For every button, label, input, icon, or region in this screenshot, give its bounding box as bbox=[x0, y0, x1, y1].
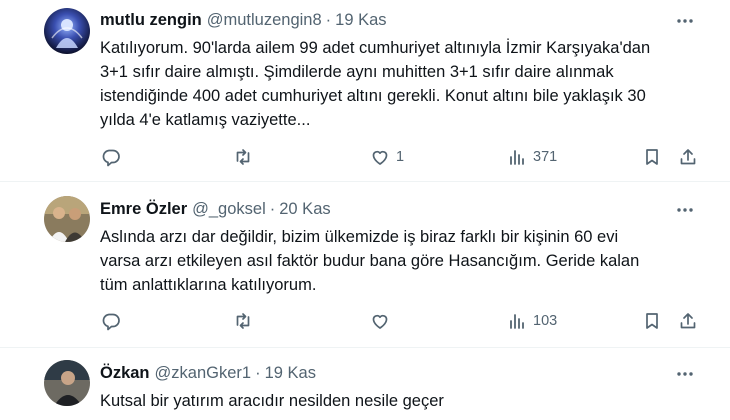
avatar[interactable] bbox=[44, 8, 90, 54]
timestamp[interactable]: 20 Kas bbox=[279, 200, 330, 219]
bookmark-button[interactable] bbox=[642, 309, 662, 333]
tweet-text: Aslında arzı dar değildir, bizim ülkemiz… bbox=[100, 228, 640, 294]
tweet[interactable]: Özkan @zkanGker1 · 19 Kas Kutsal bir yat… bbox=[0, 348, 730, 420]
views-icon bbox=[510, 314, 524, 329]
bookmark-button[interactable] bbox=[642, 145, 662, 169]
bookmark-icon bbox=[646, 313, 658, 329]
share-button[interactable] bbox=[678, 309, 698, 333]
more-icon[interactable] bbox=[674, 199, 696, 221]
author-name[interactable]: Özkan bbox=[100, 364, 150, 383]
separator-dot: · bbox=[325, 10, 332, 29]
tweet[interactable]: mutlu zengin @mutluzengin8 · 19 Kas Katı… bbox=[0, 0, 730, 181]
retweet-icon bbox=[236, 313, 250, 329]
tweet-actions: 103 bbox=[0, 309, 730, 333]
retweet-button[interactable] bbox=[233, 309, 253, 333]
tweet-header: Emre Özler @_goksel · 20 Kas bbox=[100, 198, 331, 220]
reply-icon bbox=[102, 149, 120, 167]
separator-dot: · bbox=[255, 363, 261, 382]
tweet[interactable]: Emre Özler @_goksel · 20 Kas Aslında arz… bbox=[0, 182, 730, 347]
avatar-image bbox=[44, 8, 90, 54]
views-icon bbox=[510, 150, 524, 165]
like-count: 1 bbox=[396, 149, 405, 165]
reply-button[interactable] bbox=[101, 309, 121, 333]
heart-icon bbox=[372, 314, 388, 329]
more-icon[interactable] bbox=[674, 10, 696, 32]
heart-icon bbox=[372, 150, 388, 165]
separator-dot: · bbox=[269, 199, 276, 218]
bookmark-icon bbox=[646, 149, 658, 165]
views-button[interactable]: 371 bbox=[507, 145, 557, 169]
share-icon bbox=[680, 149, 696, 165]
reply-icon bbox=[102, 313, 120, 331]
timestamp[interactable]: 19 Kas bbox=[335, 11, 386, 30]
more-icon[interactable] bbox=[674, 363, 696, 385]
views-button[interactable]: 103 bbox=[507, 309, 557, 333]
author-handle[interactable]: @zkanGker1 bbox=[155, 364, 252, 383]
view-count: 103 bbox=[533, 313, 558, 329]
avatar-image bbox=[44, 360, 90, 406]
tweet-actions: 1 371 bbox=[0, 145, 730, 169]
avatar[interactable] bbox=[44, 196, 90, 242]
share-button[interactable] bbox=[678, 145, 698, 169]
retweet-button[interactable] bbox=[233, 145, 253, 169]
tweet-header: mutlu zengin @mutluzengin8 · 19 Kas bbox=[100, 9, 387, 31]
reply-button[interactable] bbox=[101, 145, 121, 169]
tweet-text: Katılıyorum. 90'larda ailem 99 adet cumh… bbox=[100, 39, 651, 129]
like-button[interactable] bbox=[370, 309, 390, 333]
avatar-image bbox=[44, 196, 90, 242]
timestamp[interactable]: 19 Kas bbox=[265, 364, 316, 383]
share-icon bbox=[680, 313, 696, 329]
author-name[interactable]: Emre Özler bbox=[100, 200, 187, 219]
view-count: 371 bbox=[533, 149, 558, 165]
like-button[interactable]: 1 bbox=[370, 145, 404, 169]
avatar[interactable] bbox=[44, 360, 90, 406]
author-handle[interactable]: @mutluzengin8 bbox=[207, 11, 322, 30]
tweet-header: Özkan @zkanGker1 · 19 Kas bbox=[100, 362, 316, 384]
author-handle[interactable]: @_goksel bbox=[192, 200, 266, 219]
tweet-text: Kutsal bir yatırım aracıdır nesilden nes… bbox=[100, 392, 444, 410]
retweet-icon bbox=[236, 149, 250, 165]
author-name[interactable]: mutlu zengin bbox=[100, 11, 202, 30]
